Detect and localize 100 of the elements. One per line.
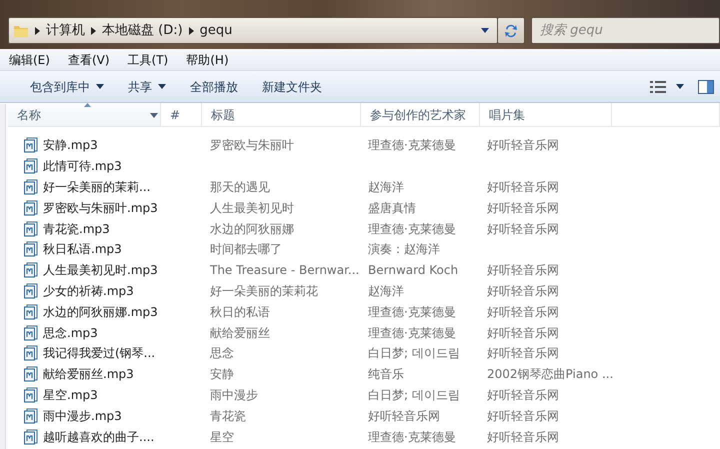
table-cell-text: 好听轻音乐网 <box>367 408 441 425</box>
file-name[interactable]: 少女的祈祷.mp3 <box>9 282 162 300</box>
table-cell-text: The Treasure - Bernwar... <box>209 262 360 280</box>
toolbar-button[interactable]: 包含到库中 <box>18 76 116 98</box>
audio-file-icon <box>23 304 39 320</box>
table-cell-text: 时间都去哪了 <box>209 241 283 258</box>
file-name[interactable]: 秋日私语.mp3 <box>9 240 162 258</box>
caret-icon <box>158 84 166 89</box>
column-header[interactable]: 唱片集 <box>480 103 612 126</box>
file-name[interactable]: 安静.mp3 <box>9 136 162 154</box>
table-cell-text: 2002钢琴恋曲Piano ... <box>486 366 613 384</box>
table-cell-text: 安静 <box>209 366 235 384</box>
file-name[interactable]: 人生最美初见时.mp3 <box>9 261 162 280</box>
audio-file-icon <box>23 220 39 237</box>
table-cell-text: 雨中漫步 <box>209 386 259 404</box>
audio-file-icon <box>23 241 39 258</box>
table-cell-text: 水边的阿狄丽娜 <box>209 220 295 238</box>
preview-pane-icon[interactable] <box>698 80 714 94</box>
audio-file-icon <box>23 262 39 278</box>
audio-file-icon <box>23 178 39 195</box>
table-cell-text: 赵海洋 <box>367 282 405 300</box>
audio-file-icon <box>23 137 39 154</box>
audio-file-icon <box>23 200 39 216</box>
file-name[interactable]: 水边的阿狄丽娜.mp3 <box>9 302 162 321</box>
table-cell-text: 盛唐真情 <box>367 200 417 217</box>
table-cell-text: 理查德·克莱德曼 <box>367 324 457 342</box>
table-cell-text: 理查德·克莱德曼 <box>367 137 457 154</box>
audio-file-icon <box>23 158 39 174</box>
table-cell-text: 献给爱丽丝 <box>209 324 271 342</box>
toolbar-button[interactable]: 新建文件夹 <box>250 76 334 98</box>
table-cell-text: 好听轻音乐网 <box>486 137 560 154</box>
table-cell-text: 人生最美初见时 <box>209 200 295 217</box>
table-cell-text: 罗密欧与朱丽叶 <box>209 137 295 154</box>
audio-file-icon <box>23 408 39 424</box>
table-cell-text: 好听轻音乐网 <box>486 428 560 446</box>
toolbar-button[interactable]: 全部播放 <box>178 76 250 98</box>
file-name[interactable]: 雨中漫步.mp3 <box>9 406 162 425</box>
table-cell-text: 理查德·克莱德曼 <box>367 304 457 321</box>
audio-file-icon <box>23 282 39 299</box>
breadcrumb-item[interactable]: 本地磁盘 (D:) <box>102 20 183 40</box>
table-cell-text: 白日梦; 데이드림 <box>367 386 461 404</box>
table-cell-text: 好听轻音乐网 <box>486 345 560 362</box>
table-cell-text: 理查德·克莱德曼 <box>367 220 457 238</box>
file-name[interactable]: 好一朵美丽的茉莉... <box>9 178 162 196</box>
table-cell-text: 白日梦; 데이드림 <box>367 345 461 362</box>
address-bar[interactable]: 计算机 本地磁盘 (D:) gequ <box>8 17 498 44</box>
table-cell-text: 好一朵美丽的茉莉花 <box>209 282 319 300</box>
table-cell-text: 那天的遇见 <box>209 178 271 196</box>
search-field[interactable]: 搜索 gequ <box>531 17 720 44</box>
sort-arrow-icon <box>84 103 91 107</box>
dropdown-arrow-icon[interactable] <box>481 28 489 33</box>
file-name[interactable]: 此情可待.mp3 <box>9 157 162 176</box>
table-cell-text: 好听轻音乐网 <box>486 262 560 280</box>
table-cell-text: 纯音乐 <box>367 366 405 384</box>
view-list-icon[interactable] <box>650 80 666 92</box>
table-cell-text: 好听轻音乐网 <box>486 200 560 217</box>
caret-icon[interactable] <box>150 113 158 118</box>
chevron-icon[interactable] <box>188 26 194 34</box>
chevron-icon[interactable] <box>91 26 96 34</box>
file-name[interactable]: 我记得我爱过(钢琴... <box>9 344 162 362</box>
caret-icon[interactable] <box>676 84 684 89</box>
chevron-icon[interactable] <box>35 26 40 34</box>
audio-file-icon <box>23 345 39 362</box>
file-name[interactable]: 越听越喜欢的曲子.... <box>9 428 162 446</box>
table-cell-text: 演奏：赵海洋 <box>367 241 441 258</box>
menu-item[interactable]: 查看(V) <box>58 50 119 68</box>
menu-item[interactable]: 帮助(H) <box>177 50 238 68</box>
table-cell-text: 青花瓷 <box>209 408 247 425</box>
table-cell-text: 理查德·克莱德曼 <box>367 428 457 446</box>
file-name[interactable]: 思念.mp3 <box>9 324 162 342</box>
table-cell-text: 好听轻音乐网 <box>486 324 560 342</box>
table-cell-text: Bernward Koch <box>367 262 460 280</box>
file-name[interactable]: 献给爱丽丝.mp3 <box>9 365 162 384</box>
toolbar-button[interactable]: 共享 <box>116 76 178 98</box>
audio-file-icon <box>23 428 39 445</box>
refresh-icon <box>503 22 519 38</box>
file-name[interactable]: 罗密欧与朱丽叶.mp3 <box>9 198 162 217</box>
table-cell-text: 好听轻音乐网 <box>486 220 560 238</box>
column-header[interactable]: 参与创作的艺术家 <box>361 103 480 126</box>
file-name[interactable]: 青花瓷.mp3 <box>9 220 162 238</box>
menu-item[interactable]: 编辑(E) <box>0 50 59 68</box>
audio-file-icon <box>23 324 39 341</box>
table-cell-text: 秋日的私语 <box>209 304 271 321</box>
table-cell-text: 思念 <box>209 345 235 362</box>
table-cell-text: 赵海洋 <box>367 178 405 196</box>
table-cell-text: 好听轻音乐网 <box>486 282 560 300</box>
breadcrumb-item[interactable]: 计算机 <box>46 20 85 40</box>
column-header[interactable]: 名称 <box>8 103 161 126</box>
breadcrumb-item[interactable]: gequ <box>200 20 232 40</box>
column-header[interactable]: 标题 <box>202 103 361 126</box>
menu-item[interactable]: 工具(T) <box>118 50 178 68</box>
column-header[interactable]: # <box>161 103 202 126</box>
table-cell-text: 好听轻音乐网 <box>486 178 560 196</box>
audio-file-icon <box>23 366 39 382</box>
caret-icon <box>96 84 104 89</box>
file-name[interactable]: 星空.mp3 <box>9 386 162 404</box>
table-cell-text: 星空 <box>209 428 235 446</box>
table-cell-text: 好听轻音乐网 <box>486 386 560 404</box>
refresh-button[interactable] <box>497 17 525 44</box>
table-cell-text: 好听轻音乐网 <box>486 408 560 425</box>
